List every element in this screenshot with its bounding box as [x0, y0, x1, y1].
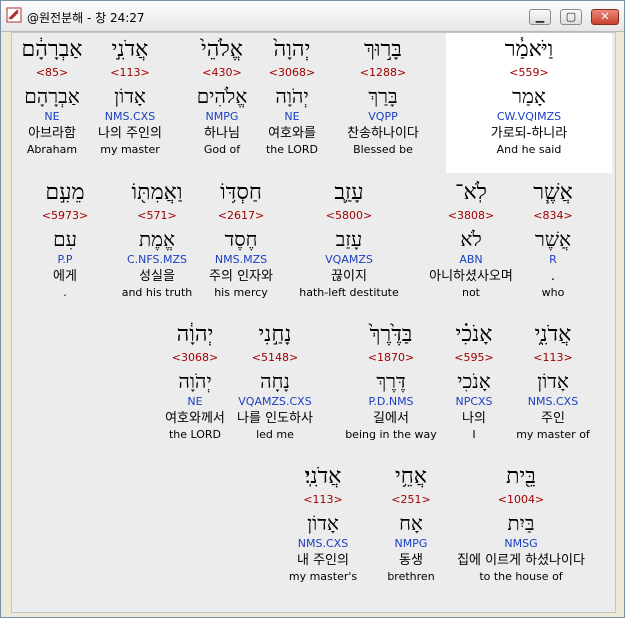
- app-window: @원전분해 - 창 24:27 ▁ ▢ ✕ וַיֹּאמַ֓ר <559> אָמ…: [0, 0, 625, 618]
- word-lemma: אָדוֹן: [307, 511, 339, 535]
- word-cell[interactable]: יְהוָ֔ה <3068> יְהֹוָה NE 여호와께서 the LORD: [140, 320, 250, 442]
- word-cell[interactable]: אַבְרָהָ֔ם <85> אַבְרָהָם NE 아브라함 Abraham: [12, 35, 107, 157]
- strong-number: <85>: [35, 66, 69, 79]
- word-cell[interactable]: וַיֹּאמַ֓ר <559> אָמַר CW.VQIMZS 가로되-하니라 And …: [474, 35, 584, 157]
- strong-number: <1870>: [367, 351, 415, 364]
- parsing-code: CW.VQIMZS: [496, 110, 562, 123]
- minimize-button[interactable]: ▁: [529, 9, 551, 25]
- english-gloss: not: [461, 286, 480, 299]
- parsing-code: NMS.CXS: [297, 537, 349, 550]
- english-gloss: to the house of: [479, 570, 563, 583]
- word-lemma: עָזַב: [335, 227, 363, 251]
- korean-gloss: 내 주인의: [297, 553, 349, 568]
- word-lemma: לֹא: [460, 227, 482, 251]
- close-button[interactable]: ✕: [591, 9, 619, 25]
- strong-number: <1004>: [497, 493, 545, 506]
- word-lemma: אַבְרָהָם: [24, 84, 80, 108]
- window-title: @원전분해 - 창 24:27: [27, 11, 145, 25]
- word-lemma: אָמַר: [512, 84, 546, 108]
- english-gloss: Abraham: [26, 143, 78, 156]
- strong-number: <113>: [303, 493, 343, 506]
- parsing-code: NMSG: [504, 537, 538, 550]
- word-cell[interactable]: אֲדֹנִֽי׃ <113> אָדוֹן NMS.CXS 내 주인의 my maste…: [268, 462, 378, 584]
- parsing-code: ABN: [459, 253, 483, 266]
- korean-gloss: 아브라함: [28, 126, 76, 141]
- strong-number: <3808>: [447, 209, 495, 222]
- english-gloss: And he said: [496, 143, 562, 156]
- word-cell[interactable]: לֹֽא־ <3808> לֹא ABN 아니하셨사오며 not: [416, 178, 526, 300]
- korean-gloss: 길에서: [373, 411, 409, 426]
- word-hebrew: בַּדֶּ֙רֶךְ֙: [369, 322, 413, 347]
- english-gloss: being in the way: [345, 428, 437, 441]
- interlinear-panel: וַיֹּאמַ֓ר <559> אָמַר CW.VQIMZS 가로되-하니라 And …: [11, 32, 616, 613]
- korean-gloss: 아니하셨사오며: [429, 269, 513, 284]
- maximize-button[interactable]: ▢: [560, 9, 582, 25]
- word-hebrew: אֲדֹנִֽי׃: [304, 464, 342, 489]
- english-gloss: .: [63, 286, 67, 299]
- strong-number: <3068>: [171, 351, 219, 364]
- strong-number: <559>: [509, 66, 549, 79]
- word-hebrew: יְהוָ֔ה: [176, 322, 214, 347]
- word-cell[interactable]: בֵּ֖ית <1004> בַּיִת NMSG 집에 이르게 하셨나이다 to the…: [446, 462, 596, 584]
- korean-gloss: 끊이지: [331, 269, 367, 284]
- korean-gloss: 여호와께서: [165, 411, 225, 426]
- korean-gloss: 집에 이르게 하셨나이다: [457, 553, 585, 568]
- word-hebrew: אַבְרָהָ֔ם: [21, 37, 83, 62]
- word-cell[interactable]: בַּדֶּ֙רֶךְ֙ <1870> דֶּרֶךְ P.D.NMS 길에서 being…: [336, 320, 446, 442]
- word-lemma: עִם: [53, 227, 77, 251]
- strong-number: <5800>: [325, 209, 373, 222]
- word-hebrew: מֵעִ֣ם: [45, 180, 85, 205]
- parsing-code: VQAMZS: [325, 253, 373, 266]
- korean-gloss: 가로되-하니라: [490, 126, 568, 141]
- parsing-code: NE: [44, 110, 60, 123]
- parsing-code: NE: [187, 395, 203, 408]
- word-hebrew: לֹֽא־: [455, 180, 487, 205]
- word-lemma: בַּיִת: [507, 511, 535, 535]
- strong-number: <5973>: [41, 209, 89, 222]
- app-icon: [6, 7, 22, 23]
- english-gloss: hath-left destitute: [299, 286, 399, 299]
- english-gloss: my master's: [288, 570, 358, 583]
- korean-gloss: 에게: [53, 269, 77, 284]
- parsing-code: P.D.NMS: [368, 395, 414, 408]
- word-lemma: דֶּרֶךְ: [376, 369, 406, 393]
- word-cell[interactable]: מֵעִ֣ם <5973> עִם P.P 에게.: [12, 178, 120, 300]
- word-hebrew: וַיֹּאמַ֓ר: [504, 37, 554, 62]
- parsing-code: P.P: [57, 253, 73, 266]
- title-bar[interactable]: @원전분해 - 창 24:27 ▁ ▢ ✕: [1, 1, 624, 32]
- word-cell[interactable]: עָזַ֛ב <5800> עָזַב VQAMZS 끊이지 hath-left dest…: [294, 178, 404, 300]
- word-lemma: יְהֹוָה: [178, 369, 212, 393]
- word-hebrew: עָזַ֛ב: [334, 180, 364, 205]
- word-hebrew: בֵּ֖ית: [506, 464, 536, 489]
- english-gloss: the LORD: [168, 428, 222, 441]
